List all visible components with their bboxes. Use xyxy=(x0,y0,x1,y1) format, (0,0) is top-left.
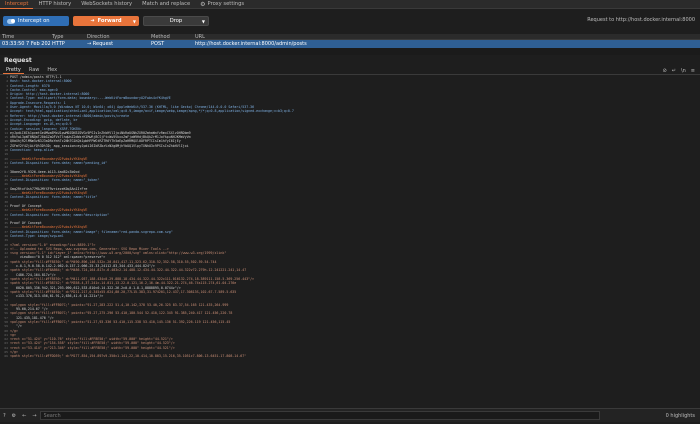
grid-empty-area xyxy=(0,48,700,55)
row-time: 03:33:50 7 Feb 2026 xyxy=(2,41,50,47)
editor-line: 66 <path style="fill:#FFDD59;" d="M177.85… xyxy=(0,354,700,358)
line-text: <path style="fill:#FFDD59;" d="M177.854,… xyxy=(10,354,247,359)
proxy-tabs: Intercept HTTP history WebSockets histor… xyxy=(0,0,700,9)
chevron-down-icon[interactable]: ▼ xyxy=(202,19,205,24)
drop-button[interactable]: Drop ▼ xyxy=(143,16,209,26)
request-view-tabs: Pretty Raw Hex ⊘ ↵ \n ≡ xyxy=(0,66,700,75)
request-title: Request xyxy=(4,57,32,64)
eye-slash-icon[interactable]: ⊘ xyxy=(663,68,667,74)
row-type: HTTP xyxy=(52,41,65,47)
help-icon[interactable]: ? xyxy=(0,413,9,419)
tab-proxy-settings[interactable]: ⚙ Proxy settings xyxy=(195,0,249,9)
tab-proxy-settings-label: Proxy settings xyxy=(207,0,245,7)
request-to-label: Request to http://host.docker.internal:8… xyxy=(587,17,695,23)
tab-intercept[interactable]: Intercept xyxy=(0,0,34,9)
column-method[interactable]: Method xyxy=(149,34,193,39)
arrow-left-icon[interactable]: ← xyxy=(19,413,29,419)
forward-button[interactable]: ➜ Forward ▼ xyxy=(73,16,139,26)
arrow-right-icon: ➜ xyxy=(90,18,95,24)
wrap-text-icon[interactable]: ↵ xyxy=(672,68,676,74)
forward-label: Forward xyxy=(97,18,122,24)
tab-websockets-history[interactable]: WebSockets history xyxy=(76,0,137,9)
gear-icon: ⚙ xyxy=(200,0,206,8)
highlights-count: 0 highlights xyxy=(665,412,695,419)
intercept-toggle-button[interactable]: Intercept on xyxy=(3,16,69,26)
row-method: POST xyxy=(151,41,165,47)
menu-icon[interactable]: ≡ xyxy=(691,68,695,74)
arrow-right-icon[interactable]: → xyxy=(29,413,39,419)
column-type[interactable]: Type xyxy=(50,34,85,39)
settings-icon[interactable]: ⚙ xyxy=(9,413,19,419)
tab-match-and-replace[interactable]: Match and replace xyxy=(137,0,195,9)
table-row[interactable]: 03:33:50 7 Feb 2026 HTTP → Request POST … xyxy=(0,40,700,48)
tab-hex[interactable]: Hex xyxy=(44,66,60,74)
tab-http-history[interactable]: HTTP history xyxy=(33,0,76,9)
toggle-switch-icon xyxy=(7,18,15,24)
chevron-down-icon[interactable]: ▼ xyxy=(133,19,136,24)
intercept-toolbar: Intercept on ➜ Forward ▼ Drop ▼ Request … xyxy=(0,11,700,31)
search-input[interactable] xyxy=(39,411,600,420)
request-editor[interactable]: 1 POST /admin/posts HTTP/1.1 2 Host: host.d… xyxy=(0,75,700,405)
row-direction: → Request xyxy=(87,41,114,47)
intercept-label: Intercept on xyxy=(18,18,50,24)
tab-pretty[interactable]: Pretty xyxy=(3,66,24,74)
row-url: http://host.docker.internal:8000/admin/p… xyxy=(195,41,307,47)
view-icons: ⊘ ↵ \n ≡ xyxy=(663,66,695,75)
column-url[interactable]: URL xyxy=(193,34,693,39)
search-bar: ? ⚙ ← → 0 highlights xyxy=(0,408,700,422)
column-time[interactable]: Time xyxy=(0,34,50,39)
line-number: 66 xyxy=(4,354,8,359)
tab-raw[interactable]: Raw xyxy=(26,66,43,74)
column-direction[interactable]: Direction xyxy=(85,34,149,39)
drop-label: Drop xyxy=(169,18,183,24)
newline-icon[interactable]: \n xyxy=(681,68,686,74)
